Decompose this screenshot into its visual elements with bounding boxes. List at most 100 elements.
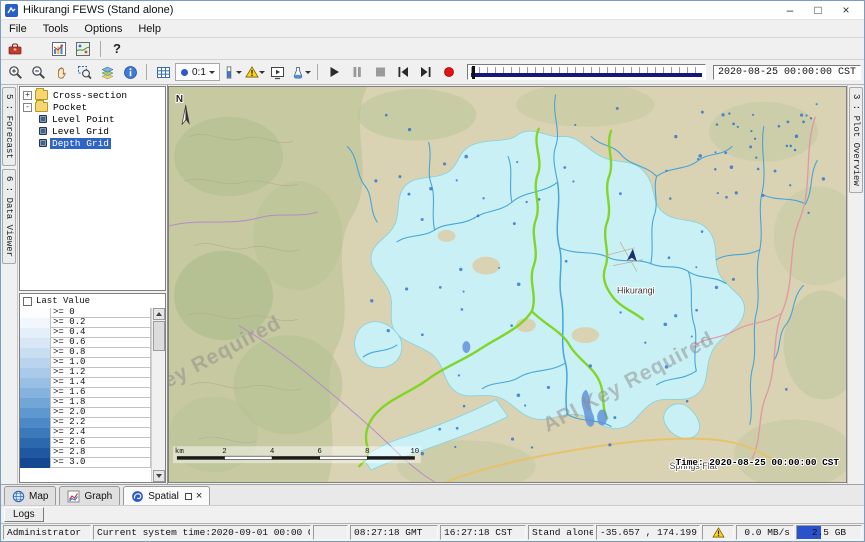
logs-button[interactable]: Logs — [4, 507, 44, 522]
scroll-down-icon[interactable] — [153, 470, 165, 482]
pause-button[interactable] — [346, 62, 368, 82]
gauge-button[interactable] — [221, 62, 243, 82]
scroll-thumb[interactable] — [153, 321, 165, 351]
layers-button[interactable] — [96, 62, 118, 82]
layer-icon — [39, 139, 47, 147]
help-button[interactable]: ? — [107, 39, 127, 59]
map-canvas[interactable]: N API Key Required API Key Required Hiku… — [169, 87, 846, 482]
thresholds-button[interactable] — [244, 62, 266, 82]
tree-expander-icon[interactable]: + — [23, 91, 32, 100]
tree-item-pocket[interactable]: - Pocket — [20, 101, 165, 113]
legend-swatch — [20, 398, 50, 408]
bottom-tabbar: Map Graph Spatial × — [1, 484, 864, 505]
legend-row: >= 1.4 — [20, 378, 151, 388]
play-button[interactable] — [323, 62, 345, 82]
layer-icon — [39, 115, 47, 123]
status-coordinates: -35.657 , 174.199 — [596, 525, 700, 540]
layer-tree: +Cross-section-PocketLevel PointLevel Gr… — [19, 86, 166, 291]
zoom-in-button[interactable] — [4, 62, 26, 82]
logs-row: Logs — [1, 505, 864, 523]
warning-icon — [245, 65, 259, 79]
legend-row: >= 2.2 — [20, 418, 151, 428]
tree-item-level-grid[interactable]: Level Grid — [20, 125, 165, 137]
folder-icon — [35, 102, 48, 112]
legend-swatch — [20, 348, 50, 358]
legend-header: Last Value — [20, 294, 165, 308]
tab-map[interactable]: Map — [4, 486, 56, 505]
legend-list: >= 0>= 0.2>= 0.4>= 0.6>= 0.8>= 1.0>= 1.2… — [20, 308, 151, 482]
right-tabstrip: 3 : Plot Overview — [847, 85, 864, 484]
menu-help[interactable]: Help — [130, 22, 169, 36]
legend-swatch — [20, 358, 50, 368]
tab-graph-label: Graph — [84, 491, 112, 502]
tab-spatial[interactable]: Spatial × — [123, 486, 210, 505]
timeline-thumb[interactable] — [472, 66, 475, 79]
legend-swatch — [20, 408, 50, 418]
dropdown-caret-icon — [209, 71, 215, 77]
grid-display-button[interactable] — [152, 62, 174, 82]
minimize-button[interactable]: – — [776, 1, 804, 19]
map-time-label: Time: 2020-08-25 00:00:00 CST — [675, 457, 839, 468]
sidetab-forecast[interactable]: 5 : Forecast — [2, 87, 16, 166]
legend-swatch — [20, 378, 50, 388]
tree-item-label: Depth Grid — [50, 138, 111, 149]
scalebar-tick: 6 — [317, 448, 321, 456]
menu-file[interactable]: File — [1, 22, 35, 36]
zoom-region-button[interactable] — [73, 62, 95, 82]
step-forward-icon — [418, 64, 434, 80]
status-gmt-time: 08:27:18 GMT — [350, 525, 438, 540]
status-mode: Stand alone — [528, 525, 594, 540]
tree-item-label: Pocket — [51, 102, 89, 113]
legend-swatch — [20, 448, 50, 458]
legend-row: >= 0.6 — [20, 338, 151, 348]
status-warning[interactable] — [702, 525, 734, 540]
legend-row: >= 0.8 — [20, 348, 151, 358]
maximize-button[interactable]: □ — [804, 1, 832, 19]
toolbox-button[interactable] — [4, 39, 26, 59]
sidetab-data-viewer[interactable]: 6 : Data Viewer — [2, 169, 16, 264]
legend-scrollbar[interactable] — [151, 308, 165, 482]
legend-row: >= 2.4 — [20, 428, 151, 438]
tree-item-level-point[interactable]: Level Point — [20, 113, 165, 125]
map-area: N API Key Required API Key Required Hiku… — [168, 86, 847, 483]
legend-row: >= 2.6 — [20, 438, 151, 448]
menu-options[interactable]: Options — [76, 22, 130, 36]
pan-button[interactable] — [50, 62, 72, 82]
close-tab-icon[interactable]: × — [196, 491, 202, 501]
toolbar-separator — [317, 64, 318, 80]
status-local-time: 16:27:18 CST — [440, 525, 526, 540]
info-icon — [123, 65, 138, 80]
north-label: N — [176, 94, 183, 105]
step-back-button[interactable] — [392, 62, 414, 82]
tree-expander-icon[interactable]: - — [23, 103, 32, 112]
animation-display-button[interactable] — [267, 62, 289, 82]
record-button[interactable] — [438, 62, 460, 82]
dropdown-caret-icon — [236, 71, 242, 77]
close-button[interactable]: × — [832, 1, 860, 19]
spatial-map-icon — [75, 41, 91, 57]
window-title: Hikurangi FEWS (Stand alone) — [23, 4, 173, 16]
scale-value: 0:1 — [192, 67, 206, 78]
float-tab-icon[interactable] — [185, 493, 192, 500]
dropdown-caret-icon — [259, 71, 265, 77]
zoom-out-button[interactable] — [27, 62, 49, 82]
spatial-display-button[interactable] — [72, 39, 94, 59]
globe-icon — [12, 490, 25, 503]
legend-row: >= 1.0 — [20, 358, 151, 368]
tree-item-depth-grid[interactable]: Depth Grid — [20, 137, 165, 149]
tree-item-label: Level Grid — [50, 126, 111, 137]
menu-tools[interactable]: Tools — [35, 22, 77, 36]
stop-button[interactable] — [369, 62, 391, 82]
scroll-up-icon[interactable] — [153, 308, 165, 320]
tab-graph[interactable]: Graph — [59, 486, 120, 505]
sidetab-plot-overview[interactable]: 3 : Plot Overview — [849, 87, 863, 193]
timeseries-display-button[interactable] — [48, 39, 70, 59]
last-value-checkbox[interactable] — [23, 297, 32, 306]
timeline-track — [471, 73, 702, 77]
scale-select[interactable]: 0:1 — [175, 63, 220, 81]
sample-tool-button[interactable] — [290, 62, 312, 82]
legend-row: >= 0.2 — [20, 318, 151, 328]
timeline-slider[interactable] — [467, 64, 706, 80]
step-forward-button[interactable] — [415, 62, 437, 82]
info-button[interactable] — [119, 62, 141, 82]
